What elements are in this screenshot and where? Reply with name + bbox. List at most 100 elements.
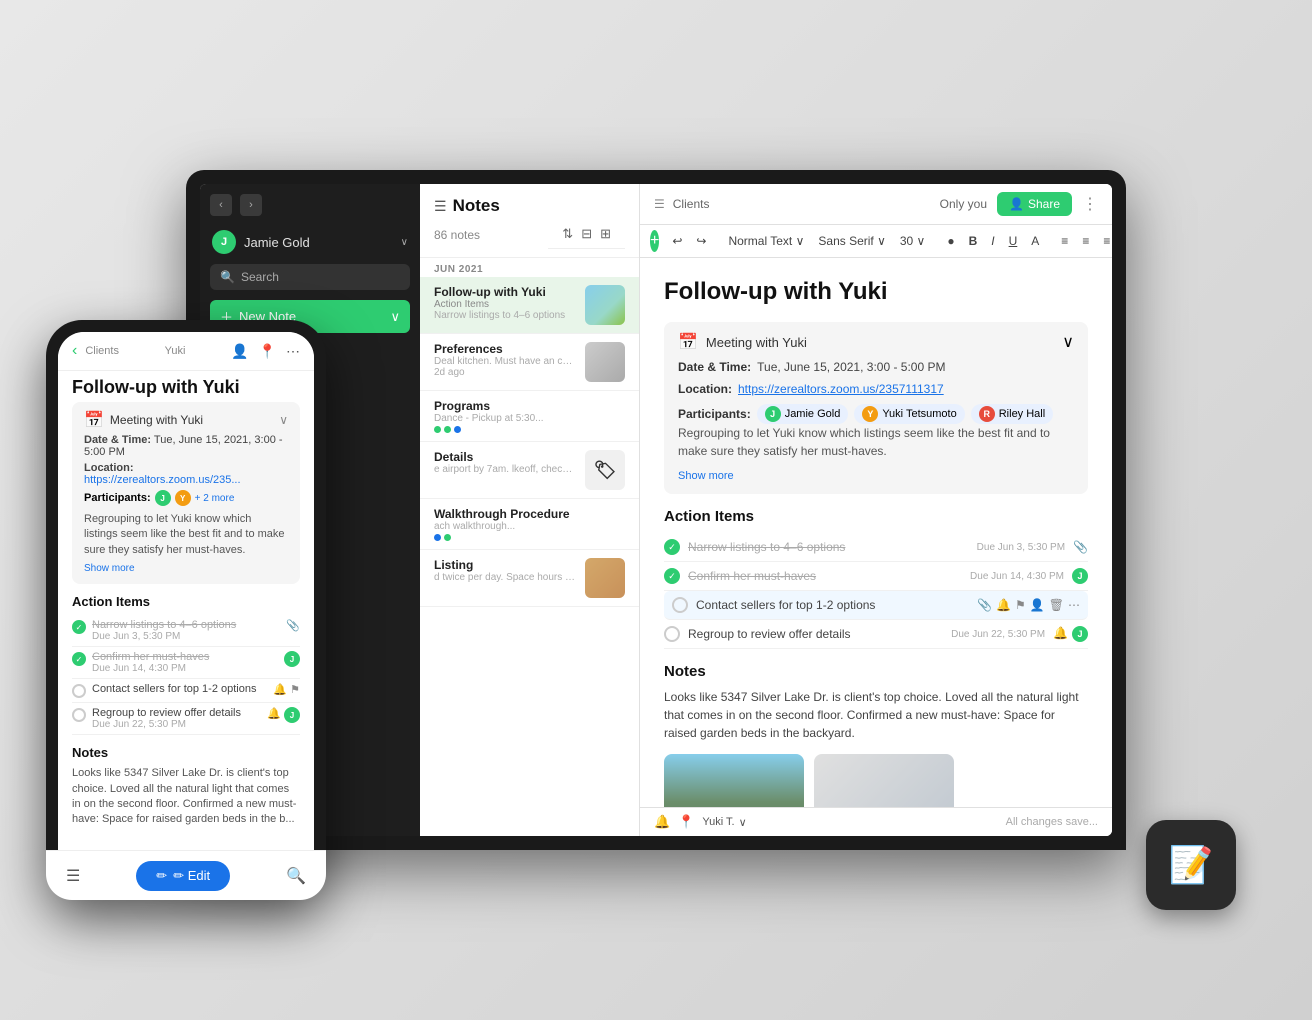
new-note-chevron-icon: ∨ [390,309,400,325]
show-more-button[interactable]: Show more [678,470,734,482]
share-button[interactable]: 👤 Share [997,192,1072,216]
note-editor[interactable]: Follow-up with Yuki 📅 Meeting with Yuki … [640,258,1112,807]
flag-icon[interactable]: ⚑ [1015,598,1026,612]
phone-flag-icon: ⚑ [290,683,300,696]
italic-button[interactable]: I [986,231,999,251]
redo-button[interactable]: ↪ [691,231,711,251]
add-content-button[interactable]: + [650,230,659,252]
phone-date-label: Date & Time: [84,434,151,446]
checkbox[interactable] [664,626,680,642]
search-bar[interactable]: 🔍 Search [210,264,410,290]
action-items-title: Action Items [664,508,1088,525]
participant-chip: R Riley Hall [971,404,1053,424]
phone-action-item[interactable]: Confirm her must-haves Due Jun 14, 4:30 … [72,647,300,679]
tag-dot [434,426,441,433]
color-picker-button[interactable]: ● [942,231,959,251]
meeting-chevron-icon: ∨ [1062,332,1074,352]
meeting-block: 📅 Meeting with Yuki ∨ Date & Time: Tue, … [664,322,1088,494]
phone-show-more[interactable]: Show more [84,563,135,574]
font-size-dropdown[interactable]: 30 ∨ [895,231,930,251]
notes-toolbar: ⇅ ⊟ ⊞ [548,220,625,249]
phone-more-participants[interactable]: + 2 more [195,493,235,504]
highlight-button[interactable]: A [1026,231,1044,251]
action-item-text: Contact sellers for top 1-2 options [696,598,969,612]
attachment-icon[interactable]: 📎 [977,598,992,612]
app-body: ☰ Notes 86 notes ⇅ ⊟ ⊞ [420,184,1112,836]
note-thumbnail [585,342,625,382]
more-icon[interactable]: ⋯ [1068,598,1080,612]
more-options-button[interactable]: ⋮ [1082,194,1098,214]
photo-item[interactable] [814,754,954,807]
grid-view-button[interactable]: ⊞ [600,226,611,242]
photo-strip [664,754,1088,807]
reminder-icon[interactable]: 🔔 [996,598,1011,612]
phone-edit-button[interactable]: ✏ ✏ Edit [136,861,230,889]
notes-section-title: Notes [664,663,1088,680]
note-item[interactable]: Details e airport by 7am. lkeoff, check … [420,442,639,499]
phone-meeting-header[interactable]: 📅 Meeting with Yuki ∨ [84,410,288,430]
phone-note-title: Follow-up with Yuki [58,371,314,402]
phone-action-item[interactable]: Contact sellers for top 1-2 options 🔔 ⚑ [72,679,300,703]
date-label: Date & Time: [678,360,751,374]
phone-menu-icon[interactable]: ☰ [66,866,80,886]
phone-more-icon[interactable]: ⋯ [286,343,300,360]
location-link[interactable]: https://zerealtors.zoom.us/2357111317 [738,382,944,396]
user-chip[interactable]: Yuki T. ∨ [702,816,746,829]
phone-action-item[interactable]: Narrow listings to 4–6 options Due Jun 3… [72,615,300,647]
phone-body[interactable]: 📅 Meeting with Yuki ∨ Date & Time: Tue, … [58,402,314,888]
sort-button[interactable]: ⇅ [562,226,573,242]
participant-avatar: Y [862,406,878,422]
note-preview: ach walkthrough... [434,521,625,532]
action-item[interactable]: Confirm her must-haves Due Jun 14, 4:30 … [664,562,1088,591]
participant-avatar: J [765,406,781,422]
phone-participants: Participants: J Y + 2 more [84,490,288,506]
note-item[interactable]: Programs Dance - Pickup at 5:30... [420,391,639,442]
bullet-list-button[interactable]: ≡ [1056,231,1073,251]
meeting-header[interactable]: 📅 Meeting with Yuki ∨ [678,332,1074,352]
user-row[interactable]: J Jamie Gold ∨ [200,224,420,260]
location-icon[interactable]: 📍 [678,814,694,830]
checklist-button[interactable]: ≡ [1098,231,1112,251]
phone-action-due: Due Jun 3, 5:30 PM [92,631,280,642]
phone-back-button[interactable]: ‹ [72,342,77,360]
phone-checkbox-done[interactable] [72,620,86,634]
undo-button[interactable]: ↩ [667,231,687,251]
numbered-list-button[interactable]: ≡ [1077,231,1094,251]
nav-back-button[interactable]: ‹ [210,194,232,216]
filter-button[interactable]: ⊟ [581,226,592,242]
bell-icon[interactable]: 🔔 [654,814,670,830]
nav-forward-button[interactable]: › [240,194,262,216]
checkbox-done[interactable] [664,568,680,584]
checkbox-done[interactable] [664,539,680,555]
delete-icon[interactable]: 🗑 [1049,598,1064,612]
underline-button[interactable]: U [1004,231,1023,251]
action-item-text: Confirm her must-haves [688,569,962,583]
share-icon: 👤 [1009,197,1024,211]
phone-action-due: Due Jun 14, 4:30 PM [92,663,278,674]
font-dropdown[interactable]: Sans Serif ∨ [813,231,890,251]
note-item[interactable]: Listing d twice per day. Space hours apa… [420,550,639,607]
phone-checkbox[interactable] [72,684,86,698]
bold-button[interactable]: B [964,231,983,251]
note-item[interactable]: Follow-up with Yuki Action Items Narrow … [420,277,639,334]
action-item[interactable]: Contact sellers for top 1-2 options 📎 🔔 … [664,591,1088,620]
phone-action-text: Narrow listings to 4–6 options [92,619,280,631]
checkbox[interactable] [672,597,688,613]
phone-checkbox[interactable] [72,708,86,722]
phone-location-icon[interactable]: 📍 [259,343,276,360]
note-item[interactable]: Preferences Deal kitchen. Must have an c… [420,334,639,391]
text-style-dropdown[interactable]: Normal Text ∨ [723,231,809,251]
photo-item[interactable] [664,754,804,807]
action-item[interactable]: Regroup to review offer details Due Jun … [664,620,1088,649]
phone-action-item[interactable]: Regroup to review offer details Due Jun … [72,703,300,735]
phone-checkbox-done[interactable] [72,652,86,666]
phone-location-link[interactable]: https://zerealtors.zoom.us/235... [84,474,241,486]
note-item[interactable]: Walkthrough Procedure ach walkthrough... [420,499,639,550]
assign-icon[interactable]: 👤 [1030,598,1045,612]
avatar: J [212,230,236,254]
participants-label: Participants: [678,407,751,421]
action-item[interactable]: Narrow listings to 4–6 options Due Jun 3… [664,533,1088,562]
phone-search-icon[interactable]: 🔍 [286,866,306,886]
phone-add-user-icon[interactable]: 👤 [231,343,248,360]
note-preview: Dance - Pickup at 5:30... [434,413,625,424]
